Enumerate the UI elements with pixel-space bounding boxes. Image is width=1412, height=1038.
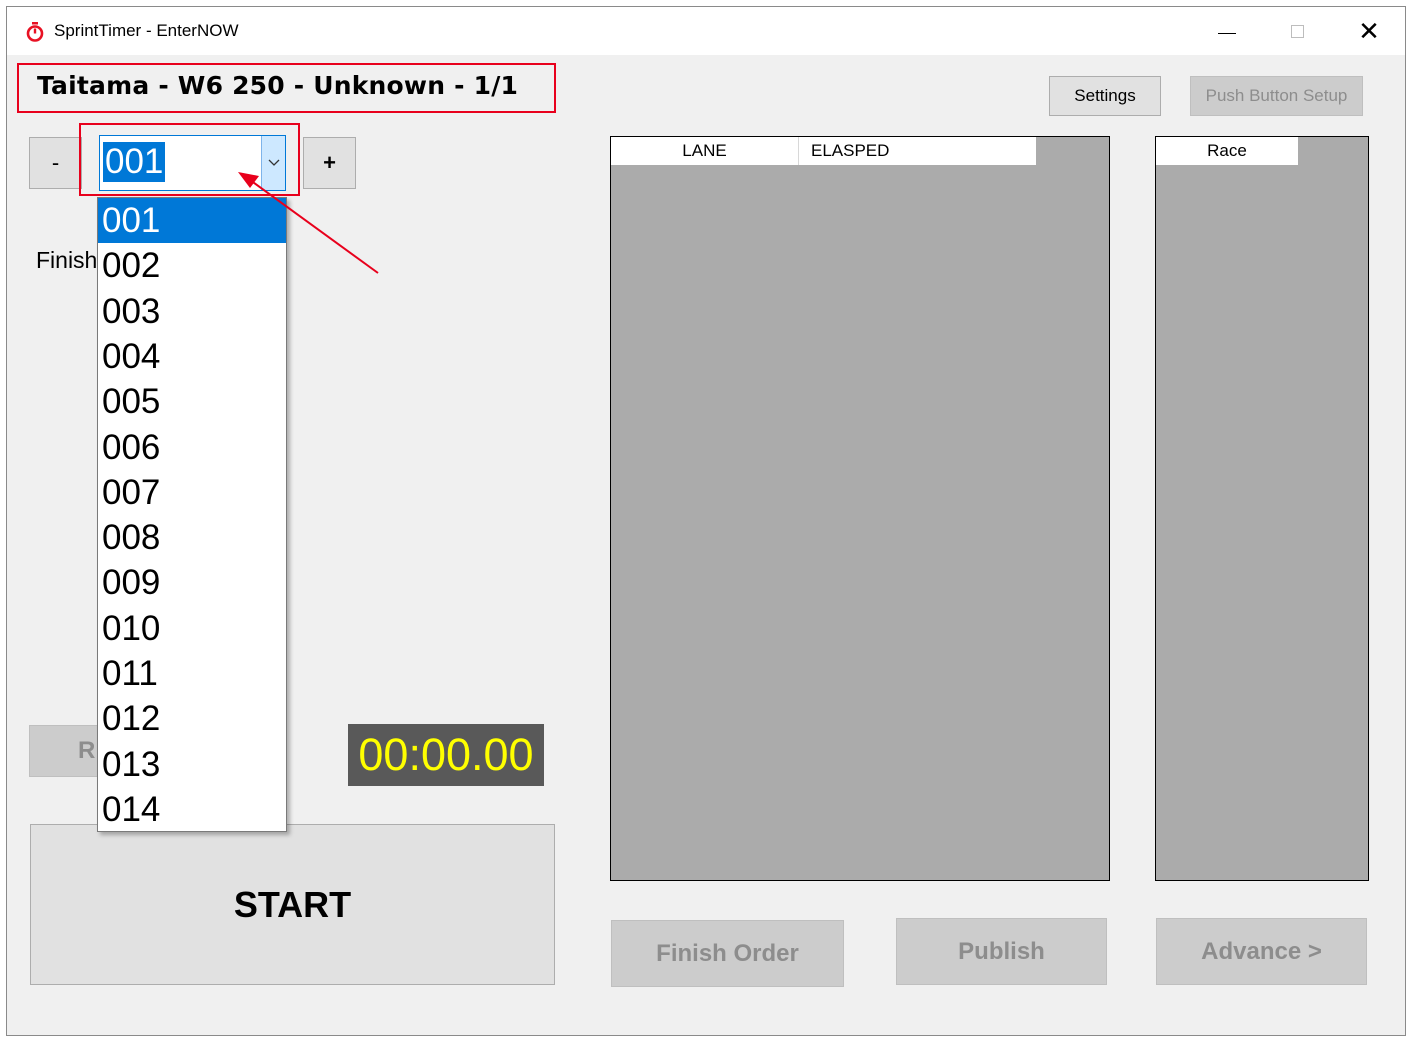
annotation-arrow-icon (238, 172, 379, 274)
